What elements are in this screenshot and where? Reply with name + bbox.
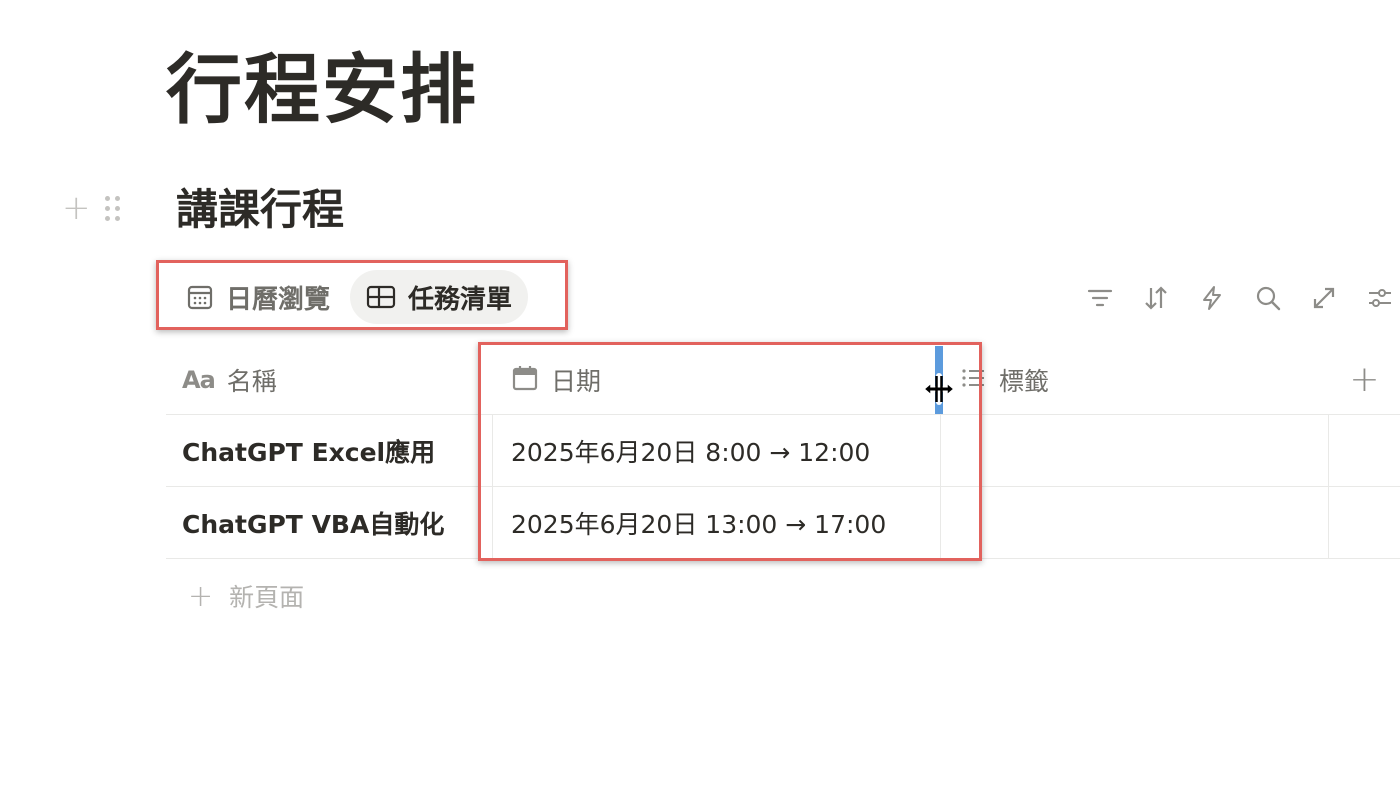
notion-page: 行程安排 + 講課行程 日曆瀏覽 任務清單 Aa 名稱 日期 標籤 + Chat… [0,0,1400,788]
table-header-row: Aa 名稱 日期 標籤 + [166,346,1400,415]
cell-date[interactable]: 2025年6月20日 13:00 → 17:00 [492,487,940,558]
table-row[interactable]: ChatGPT VBA自動化 2025年6月20日 13:00 → 17:00 [166,487,1400,559]
tab-task-list-view[interactable]: 任務清單 [350,270,529,324]
text-property-icon: Aa [182,366,216,394]
cell-name[interactable]: ChatGPT VBA自動化 [166,487,492,558]
column-header-date[interactable]: 日期 [492,346,940,414]
resize-cursor-icon [922,372,956,410]
tab-label: 日曆瀏覽 [226,284,331,315]
tab-label: 任務清單 [408,284,513,315]
section-title: 講課行程 [176,185,345,234]
cell-date[interactable]: 2025年6月20日 8:00 → 12:00 [492,415,940,486]
calendar-icon [511,364,539,396]
cell-tag[interactable] [940,415,1328,486]
block-handle: + [62,190,120,226]
table-row[interactable]: ChatGPT Excel應用 2025年6月20日 8:00 → 12:00 [166,415,1400,487]
automation-icon[interactable] [1198,284,1226,312]
task-table: Aa 名稱 日期 標籤 + ChatGPT Excel應用 2025年6月20日… [166,346,1400,559]
new-page-label: 新頁面 [229,583,305,612]
table-icon [366,283,396,311]
cell-tag[interactable] [940,487,1328,558]
cell-empty [1328,415,1400,486]
page-title: 行程安排 [166,45,478,134]
column-header-name[interactable]: Aa 名稱 [166,346,492,414]
cell-empty [1328,487,1400,558]
add-block-icon[interactable]: + [62,190,91,226]
column-header-label: 名稱 [226,367,277,396]
view-tabs: 日曆瀏覽 任務清單 [170,270,529,324]
calendar-icon [186,283,214,311]
drag-handle-icon[interactable] [104,195,120,221]
filter-icon[interactable] [1086,284,1114,312]
list-icon [959,364,987,396]
column-header-label: 標籤 [999,367,1050,396]
tab-calendar-view[interactable]: 日曆瀏覽 [170,270,346,324]
search-icon[interactable] [1254,284,1282,312]
settings-icon[interactable] [1366,284,1394,312]
cell-name[interactable]: ChatGPT Excel應用 [166,415,492,486]
plus-icon: + [188,578,214,614]
add-column-button[interactable]: + [1328,346,1400,414]
database-toolbar [1086,284,1394,312]
expand-icon[interactable] [1310,284,1338,312]
column-header-tag[interactable]: 標籤 [940,346,1328,414]
sort-icon[interactable] [1142,284,1170,312]
plus-icon: + [1349,359,1380,400]
column-header-label: 日期 [551,367,602,396]
new-page-button[interactable]: + 新頁面 [166,560,304,632]
